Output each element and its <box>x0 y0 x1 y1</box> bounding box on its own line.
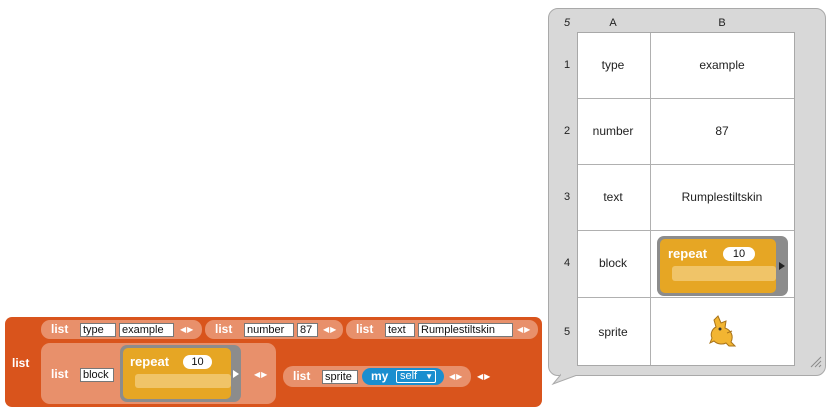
arrows-icon[interactable]: ◀▶ <box>449 372 463 381</box>
list-block-type[interactable]: list type example ◀▶ <box>41 320 202 339</box>
c-slot[interactable] <box>135 374 231 388</box>
repeat-keyword: repeat <box>668 246 708 261</box>
repeat-keyword: repeat <box>130 354 170 369</box>
list-label: list <box>215 322 233 336</box>
c-slot[interactable] <box>672 266 776 281</box>
option-value: self <box>400 370 418 382</box>
text-input[interactable]: block <box>80 368 114 382</box>
list-label: list <box>293 369 311 383</box>
column-header-a[interactable]: A <box>577 14 649 32</box>
table-cell[interactable]: Rumplestiltskin <box>649 164 795 230</box>
row-count-label: 5 <box>563 17 571 29</box>
list-label: list <box>51 367 69 381</box>
repeat-block[interactable]: repeat 10 <box>123 348 231 399</box>
dropdown-arrow-icon: ▼ <box>425 372 433 381</box>
list-block-sprite[interactable]: list sprite my self ▼ ◀▶ <box>283 366 471 387</box>
resize-handle-icon[interactable] <box>806 352 822 368</box>
text-input[interactable]: text <box>385 323 415 337</box>
row-number: 5 <box>563 325 571 338</box>
table-view[interactable]: 5 A B 1 type example 2 number 87 3 text … <box>557 14 798 366</box>
table-cell[interactable]: text <box>577 164 649 230</box>
repeat-block[interactable]: repeat 10 <box>660 239 776 293</box>
table-cell[interactable]: sprite <box>577 297 649 366</box>
arrows-icon[interactable]: ◀▶ <box>323 325 337 334</box>
my-keyword: my <box>371 369 389 383</box>
outer-list-label: list <box>12 356 30 370</box>
row-number: 2 <box>563 125 571 137</box>
column-header-b[interactable]: B <box>649 14 795 32</box>
table-cell[interactable]: example <box>649 32 795 98</box>
arrows-icon[interactable]: ◀▶ <box>517 325 531 334</box>
list-label: list <box>51 322 69 336</box>
repeat-count-input[interactable]: 10 <box>183 355 212 369</box>
arrows-icon[interactable]: ◀▶ <box>180 325 194 334</box>
outer-list-block[interactable]: list list type example ◀▶ list number 87… <box>5 317 542 407</box>
arrow-right-icon[interactable] <box>778 261 786 271</box>
text-input[interactable]: Rumplestiltskin <box>418 323 513 337</box>
list-label: list <box>356 322 374 336</box>
list-block-text[interactable]: list text Rumplestiltskin ◀▶ <box>346 320 538 339</box>
repeat-count-input[interactable]: 10 <box>723 247 755 261</box>
my-reporter-block[interactable]: my self ▼ <box>362 368 444 385</box>
option-dropdown[interactable]: self ▼ <box>396 370 436 383</box>
row-number: 4 <box>563 257 571 269</box>
repeat-ring[interactable]: repeat 10 <box>120 345 241 402</box>
arrow-right-icon[interactable] <box>232 369 240 379</box>
sprite-costume-icon[interactable] <box>708 312 738 350</box>
list-block-block[interactable]: list block repeat 10 ◀▶ <box>41 343 276 404</box>
table-cell[interactable]: number <box>577 98 649 164</box>
text-input[interactable]: number <box>244 323 294 337</box>
arrows-icon[interactable]: ◀▶ <box>254 370 268 379</box>
table-cell[interactable]: block <box>577 230 649 296</box>
repeat-block-cell[interactable]: repeat 10 <box>657 236 788 296</box>
table-cell[interactable]: type <box>577 32 649 98</box>
text-input[interactable]: example <box>119 323 174 337</box>
row-number: 3 <box>563 191 571 203</box>
list-block-number[interactable]: list number 87 ◀▶ <box>205 320 343 339</box>
row-number: 1 <box>563 59 571 71</box>
text-input[interactable]: type <box>80 323 116 337</box>
number-input[interactable]: 87 <box>297 323 318 337</box>
table-cell[interactable]: 87 <box>649 98 795 164</box>
text-input[interactable]: sprite <box>322 370 358 384</box>
outer-arrows-icon[interactable]: ◀▶ <box>477 372 491 381</box>
